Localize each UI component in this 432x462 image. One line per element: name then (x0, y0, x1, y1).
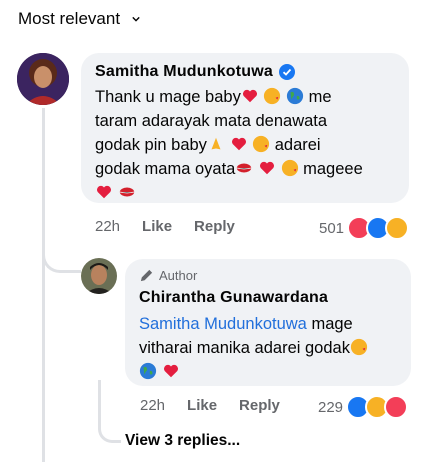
sort-label: Most relevant (18, 9, 121, 28)
reply-bubble: Author Chirantha Gunawardana Samitha Mud… (125, 259, 411, 386)
reply-author[interactable]: Chirantha Gunawardana (139, 289, 328, 307)
reply-connector (42, 200, 81, 273)
love-reaction-icon (384, 395, 409, 419)
kiss-face-icon (350, 338, 368, 356)
reply-avatar[interactable] (81, 258, 117, 294)
reply-avatar-image (81, 258, 117, 294)
like-button[interactable]: Like (142, 218, 172, 235)
reply-like-button[interactable]: Like (187, 397, 217, 414)
comment-line: godak pin baby (95, 136, 207, 154)
comment-line-tail: adarei (274, 136, 321, 154)
mention-link[interactable]: Samitha Mudunkotuwa (139, 315, 307, 333)
reply-time[interactable]: 22h (140, 397, 165, 414)
author-badge: Author (159, 268, 198, 283)
kiss-mark-icon (119, 187, 134, 197)
sort-dropdown[interactable]: Most relevant (18, 9, 140, 29)
comment-author[interactable]: Samitha Mudunkotuwa (95, 63, 273, 81)
comment-line-tail: me (308, 88, 332, 106)
globe-icon (286, 87, 304, 105)
comment-line-tail: mageee (303, 160, 363, 178)
care-reaction-icon (385, 216, 410, 240)
red-heart-icon (96, 185, 112, 199)
reply-reaction-summary[interactable]: 229 (318, 395, 409, 419)
kiss-face-icon (281, 159, 298, 177)
comment-actions: 22h Like Reply (95, 218, 235, 235)
pencil-icon (140, 269, 153, 282)
comment-line: godak mama oyata (95, 160, 236, 178)
kiss-mark-icon (237, 163, 252, 173)
red-heart-icon (259, 161, 274, 175)
thread-line (42, 108, 45, 462)
avatar[interactable] (17, 53, 69, 105)
replies-connector (98, 380, 121, 443)
red-heart-icon (231, 137, 246, 151)
comment-time[interactable]: 22h (95, 218, 120, 235)
comment-line: taram adarayak mata denawata (95, 112, 328, 130)
reply-reply-button[interactable]: Reply (239, 397, 280, 414)
comment-line: Thank u mage baby (95, 88, 241, 106)
verified-badge-icon (279, 64, 296, 80)
reply-text: Samitha Mudunkotuwa mage vitharai manika… (139, 312, 404, 384)
reply-button[interactable]: Reply (194, 218, 235, 235)
reply-line: vitharai manika adarei godak (139, 339, 350, 357)
globe-icon (139, 362, 157, 380)
view-replies-link[interactable]: View 3 replies... (125, 432, 240, 450)
reaction-summary[interactable]: 501 (319, 216, 410, 240)
praying-hands-icon (211, 137, 221, 150)
comment-bubble: Samitha Mudunkotuwa Thank u mage baby me… (81, 53, 409, 203)
comment-text: Thank u mage baby me taram adarayak mata… (95, 85, 400, 205)
reply-line-tail: mage (311, 315, 353, 333)
red-heart-icon (163, 364, 178, 378)
reaction-count: 501 (319, 219, 345, 237)
kiss-face-icon (264, 87, 281, 105)
chevron-down-icon (132, 16, 140, 22)
red-heart-icon (242, 89, 257, 103)
reply-actions: 22h Like Reply (140, 397, 280, 414)
kiss-face-icon (253, 135, 270, 153)
avatar-image (17, 53, 69, 105)
reply-reaction-count: 229 (318, 398, 344, 416)
